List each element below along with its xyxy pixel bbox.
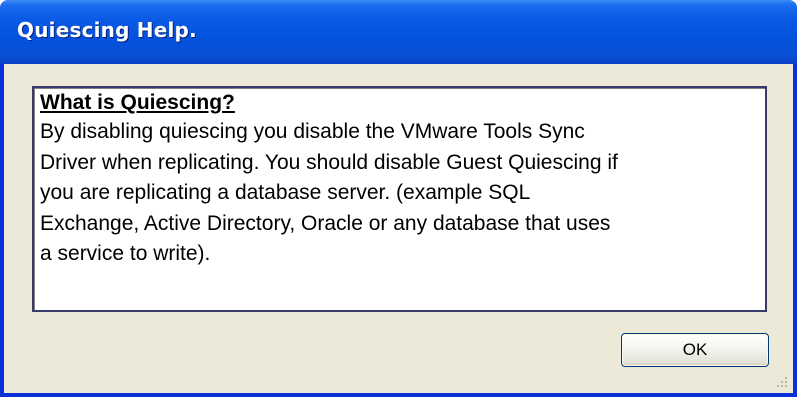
window-title: Quiescing Help. xyxy=(17,18,197,42)
dialog-window: Quiescing Help. What is Quiescing? By di… xyxy=(0,0,797,397)
help-line: By disabling quiescing you disable the V… xyxy=(40,120,585,143)
window-bottom-border xyxy=(0,393,797,397)
help-body: By disabling quiescing you disable the V… xyxy=(40,117,760,270)
help-text-box[interactable]: What is Quiescing? By disabling quiescin… xyxy=(32,86,767,312)
help-line: Driver when replicating. You should disa… xyxy=(40,150,618,174)
help-line: Exchange, Active Directory, Oracle or an… xyxy=(40,211,611,235)
help-heading: What is Quiescing? xyxy=(40,91,235,114)
help-line: you are replicating a database server. (… xyxy=(40,181,531,204)
help-line: a service to write). xyxy=(40,242,211,265)
ok-button[interactable]: OK xyxy=(621,333,769,367)
resize-grip-icon[interactable] xyxy=(773,373,789,389)
title-bar[interactable]: Quiescing Help. xyxy=(0,0,797,64)
dialog-client-area: What is Quiescing? By disabling quiescin… xyxy=(4,64,793,393)
